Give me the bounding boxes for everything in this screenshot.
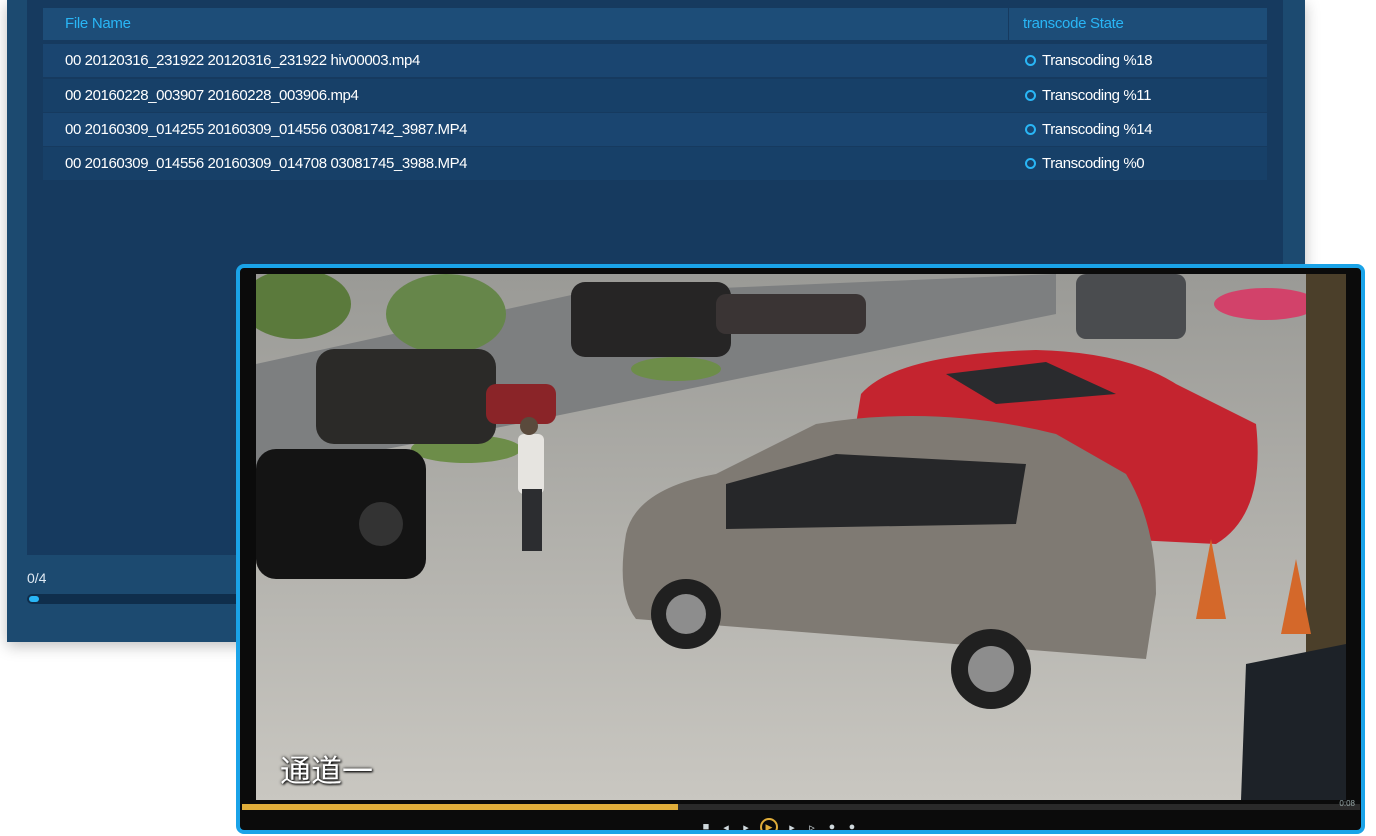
playback-progress-bar[interactable] — [242, 804, 1360, 810]
state-cell: Transcoding %18 — [1025, 44, 1153, 77]
state-text: Transcoding %14 — [1042, 121, 1153, 138]
table-row[interactable]: 00 20160309_014556 20160309_014708 03081… — [43, 147, 1267, 180]
state-cell: Transcoding %14 — [1025, 113, 1153, 146]
state-text: Transcoding %11 — [1042, 87, 1152, 104]
state-cell: Transcoding %0 — [1025, 147, 1145, 180]
state-cell: Transcoding %11 — [1025, 79, 1151, 112]
table-header: File Name transcode State — [43, 8, 1267, 40]
file-name-cell: 00 20160309_014556 20160309_014708 03081… — [65, 155, 468, 172]
play-icon[interactable]: ▶ — [760, 818, 778, 830]
file-name-cell: 00 20120316_231922 20120316_231922 hiv00… — [65, 52, 420, 69]
table-row[interactable]: 00 20120316_231922 20120316_231922 hiv00… — [43, 44, 1267, 77]
status-ring-icon — [1025, 158, 1036, 169]
overall-progress-fill — [29, 596, 39, 602]
status-ring-icon — [1025, 55, 1036, 66]
stop-icon[interactable]: ■ — [700, 821, 712, 830]
player-controls: ■ ◂ ▸ ▶ ▸ ▹ ● ● — [700, 818, 858, 831]
status-ring-icon — [1025, 90, 1036, 101]
column-header-file-name[interactable]: File Name — [65, 8, 131, 40]
table-row[interactable]: 00 20160309_014255 20160309_014556 03081… — [43, 113, 1267, 146]
file-name-cell: 00 20160309_014255 20160309_014556 03081… — [65, 121, 468, 138]
video-frame[interactable] — [256, 274, 1346, 800]
state-text: Transcoding %18 — [1042, 52, 1153, 69]
status-ring-icon — [1025, 124, 1036, 135]
time-label: 0:08 — [1339, 799, 1355, 808]
column-header-transcode-state[interactable]: transcode State — [1008, 8, 1303, 40]
channel-label: 通道一 — [280, 754, 373, 790]
overall-progress-bar — [27, 594, 257, 604]
playback-progress-fill — [242, 804, 679, 810]
table-row[interactable]: 00 20160228_003907 20160228_003906.mp4 T… — [43, 79, 1267, 112]
volume-icon[interactable]: ● — [826, 821, 838, 830]
file-name-cell: 00 20160228_003907 20160228_003906.mp4 — [65, 87, 359, 104]
prev-icon[interactable]: ◂ — [720, 821, 732, 831]
video-player[interactable]: 通道一 0:08 ■ ◂ ▸ ▶ ▸ ▹ ● ● — [236, 264, 1365, 834]
state-text: Transcoding %0 — [1042, 155, 1145, 172]
fullscreen-icon[interactable]: ● — [846, 821, 858, 830]
progress-count: 0/4 — [27, 570, 47, 586]
forward-icon[interactable]: ▸ — [786, 821, 798, 831]
next-icon[interactable]: ▹ — [806, 821, 818, 831]
rewind-icon[interactable]: ▸ — [740, 821, 752, 831]
